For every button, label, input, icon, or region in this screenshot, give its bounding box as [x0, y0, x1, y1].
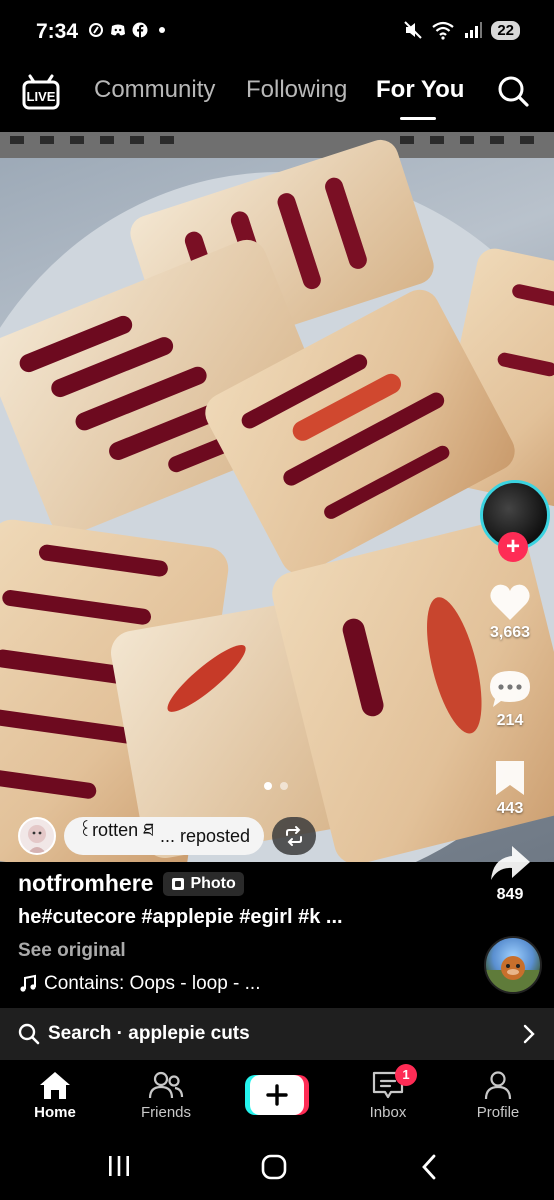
tab-community[interactable]: Community [94, 76, 215, 104]
tab-inbox[interactable]: Inbox 1 [343, 1064, 433, 1121]
post-author-row: notfromhere Photo [18, 870, 244, 897]
bottom-tab-bar: Home Friends Inbox 1 Profile [0, 1060, 554, 1130]
back-icon[interactable] [420, 1154, 438, 1180]
photo-pagination-dots [264, 782, 288, 790]
share-count: 849 [496, 886, 524, 903]
music-disc[interactable] [484, 936, 542, 994]
app-notification-icon [89, 23, 103, 37]
battery-indicator: 22 [491, 20, 520, 40]
sound-label: Contains: Oops - loop - ... [44, 973, 261, 994]
facebook-icon [132, 22, 148, 38]
post-caption[interactable]: he#cutecore #applepie #egirl #k ... [18, 906, 343, 929]
music-note-icon [20, 974, 36, 992]
sound-row[interactable]: Contains: Oops - loop - ... [18, 973, 261, 995]
search-prefix: Search · [48, 1023, 129, 1044]
like-count: 3,663 [489, 624, 531, 641]
discord-icon [111, 24, 125, 36]
svg-text:LIVE: LIVE [27, 89, 56, 104]
follow-plus-icon[interactable]: + [498, 532, 528, 562]
repost-pill[interactable]: ꒰rotten ཐ ... reposted [64, 817, 265, 855]
signal-icon [465, 22, 483, 38]
photo-type-badge: Photo [163, 871, 244, 896]
bookmark-icon [496, 761, 524, 795]
tab-friends[interactable]: Friends [121, 1070, 211, 1121]
tab-friends-label: Friends [140, 1104, 192, 1121]
reposted-label: ... reposted [159, 825, 251, 846]
inbox-unread-badge: 1 [395, 1064, 417, 1086]
tab-home-label: Home [34, 1104, 76, 1121]
related-search-text: Search · applepie cuts [48, 1023, 250, 1045]
music-disc-image [486, 956, 540, 992]
system-navigation-bar [0, 1130, 554, 1200]
heart-icon [490, 584, 530, 620]
comment-count: 214 [496, 712, 524, 729]
reposter-avatar[interactable] [18, 817, 56, 855]
status-bar: 7:34 22 [0, 0, 554, 64]
search-bar-icon [18, 1023, 40, 1045]
share-action[interactable]: 849 [470, 844, 550, 904]
tab-profile[interactable]: Profile [453, 1070, 543, 1121]
notification-icons [88, 22, 170, 38]
related-search-bar[interactable]: Search · applepie cuts [0, 1008, 554, 1060]
profile-icon [484, 1071, 512, 1100]
save-count: 443 [496, 800, 524, 817]
comment-icon [490, 671, 530, 707]
repost-button[interactable] [272, 817, 317, 855]
photo-badge-label: Photo [190, 874, 236, 892]
action-rail: + 3,663 214 443 849 [470, 472, 554, 922]
top-nav: LIVE Community Following For You [0, 64, 554, 132]
wifi-icon [432, 21, 454, 40]
tab-for-you[interactable]: For You [376, 76, 464, 104]
live-icon[interactable]: LIVE [20, 72, 62, 114]
page-dot-2 [280, 782, 288, 790]
home-system-icon[interactable] [261, 1154, 287, 1180]
save-action[interactable]: 443 [470, 758, 550, 818]
see-original-link[interactable]: See original [18, 940, 126, 962]
system-status-icons: 22 [403, 20, 520, 40]
search-query: applepie cuts [128, 1023, 250, 1044]
recent-apps-icon[interactable] [106, 1154, 132, 1178]
mute-icon [404, 21, 423, 39]
tab-profile-label: Profile [476, 1104, 520, 1121]
post-username[interactable]: notfromhere [18, 870, 153, 897]
repost-icon [286, 826, 303, 846]
more-notifications-dot-icon [159, 27, 165, 33]
photo-icon [172, 877, 185, 890]
repost-row: ꒰rotten ཐ ... reposted [18, 816, 317, 856]
share-arrow-icon [491, 846, 530, 880]
status-time: 7:34 [36, 20, 79, 43]
reposter-name: ꒰rotten ཐ [78, 820, 154, 840]
page-dot-1 [264, 782, 272, 790]
friends-icon [148, 1071, 184, 1099]
reposter-avatar-image [28, 825, 46, 853]
comment-action[interactable]: 214 [470, 668, 550, 730]
active-tab-indicator [400, 117, 436, 120]
tab-inbox-label: Inbox [369, 1104, 407, 1121]
tab-following[interactable]: Following [246, 76, 347, 104]
home-icon [40, 1072, 70, 1099]
create-plus-button[interactable] [245, 1075, 309, 1115]
search-icon[interactable] [496, 74, 530, 108]
tab-home[interactable]: Home [10, 1070, 100, 1121]
like-action[interactable]: 3,663 [470, 582, 550, 642]
chevron-right-icon [523, 1024, 535, 1044]
